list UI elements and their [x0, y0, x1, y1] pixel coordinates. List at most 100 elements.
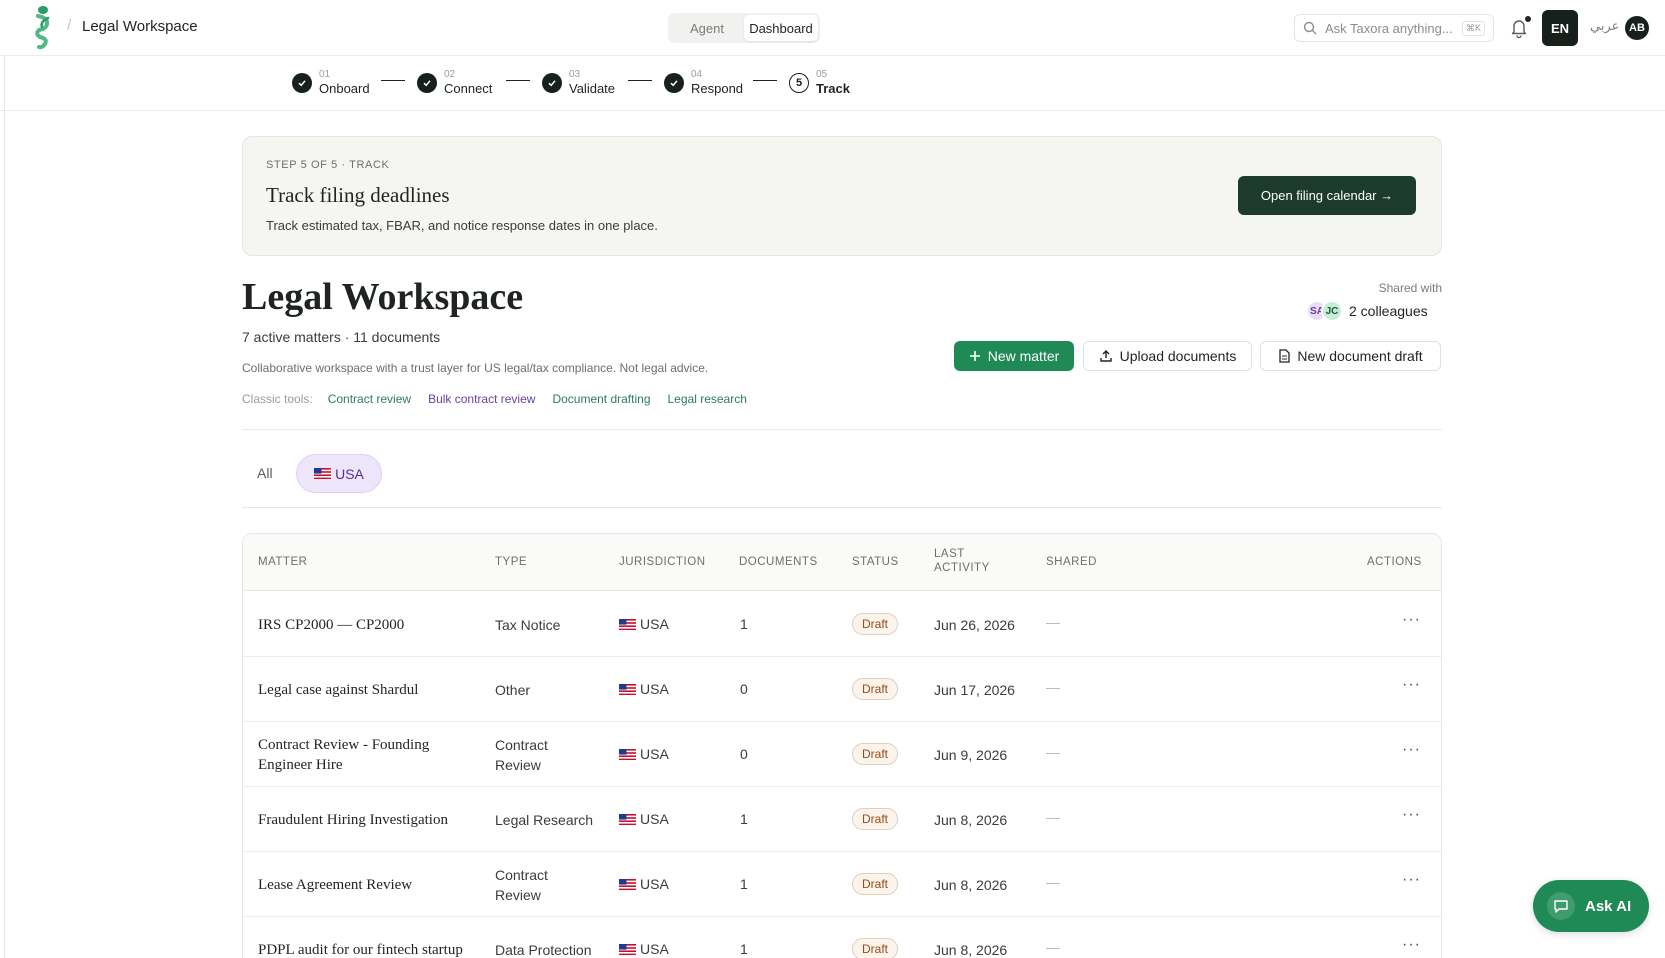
workspace-stats: 7 active matters · 11 documents	[242, 329, 441, 345]
document-count: 1	[740, 811, 748, 827]
shared-colleagues[interactable]: SA JC 2 colleagues	[1306, 300, 1428, 322]
matter-type: Other	[495, 682, 531, 698]
matter-type: Contract Review	[495, 867, 548, 903]
step-number: 01	[319, 69, 331, 80]
column-header-last-activity[interactable]: LAST ACTIVITY	[934, 547, 1004, 575]
column-header-matter[interactable]: MATTER	[258, 555, 307, 569]
column-header-actions: ACTIONS	[1367, 556, 1422, 568]
step-label: Track	[816, 81, 850, 96]
classic-tools: Classic tools: Contract review Bulk cont…	[242, 392, 747, 406]
matter-name[interactable]: PDPL audit for our fintech startup	[258, 929, 473, 958]
page-title: Legal Workspace	[242, 276, 524, 318]
more-actions-icon[interactable]: ···	[1402, 676, 1421, 694]
link-bulk-contract-review[interactable]: Bulk contract review	[428, 392, 535, 406]
table-row[interactable]: Fraudulent Hiring Investigation Legal Res…	[243, 787, 1441, 852]
new-document-draft-button[interactable]: New document draft	[1260, 341, 1441, 371]
language-ar-button[interactable]: عربي	[1590, 18, 1619, 34]
more-actions-icon[interactable]: ···	[1402, 806, 1421, 824]
workspace-description: Collaborative workspace with a trust lay…	[242, 361, 709, 375]
classic-tools-label: Classic tools:	[242, 392, 313, 406]
step-label: Respond	[691, 81, 744, 96]
top-header: / Legal Workspace Agent Dashboard Ask Ta…	[0, 0, 1665, 56]
us-flag-icon	[619, 619, 636, 630]
us-flag-icon	[619, 814, 636, 825]
plus-icon	[969, 351, 980, 361]
matter-jurisdiction: USA	[619, 809, 669, 829]
upload-documents-button[interactable]: Upload documents	[1083, 341, 1252, 371]
shared-with-label: Shared with	[1378, 281, 1442, 295]
new-matter-label: New matter	[987, 348, 1060, 364]
ask-ai-button[interactable]: Ask AI	[1533, 880, 1649, 932]
filter-all[interactable]: All	[257, 465, 273, 481]
more-actions-icon[interactable]: ···	[1402, 871, 1421, 889]
more-actions-icon[interactable]: ···	[1402, 611, 1421, 629]
matter-name[interactable]: IRS CP2000 — CP2000	[258, 604, 473, 646]
step-connector	[753, 80, 777, 81]
new-matter-button[interactable]: New matter	[954, 341, 1074, 371]
search-input[interactable]: Ask Taxora anything...	[1325, 21, 1462, 36]
column-header-type[interactable]: TYPE	[495, 555, 527, 569]
matter-name[interactable]: Legal case against Shardul	[258, 669, 473, 711]
column-header-jurisdiction[interactable]: JURISDICTION	[619, 555, 706, 569]
table-row[interactable]: Lease Agreement Review Contract Review USA…	[243, 852, 1441, 917]
step-connect[interactable]: 02 Connect	[417, 69, 492, 97]
matters-table: MATTER TYPE JURISDICTION DOCUMENTS STATU…	[242, 533, 1442, 958]
matter-name[interactable]: Lease Agreement Review	[258, 864, 473, 906]
column-header-shared: SHARED	[1046, 556, 1097, 568]
user-avatar[interactable]: AB	[1625, 16, 1649, 40]
tab-agent[interactable]: Agent	[670, 15, 744, 41]
check-icon	[417, 73, 437, 93]
step-circle-current: 5	[789, 73, 809, 93]
shared-empty: —	[1046, 809, 1060, 825]
document-count: 0	[740, 746, 748, 762]
step-respond[interactable]: 04 Respond	[664, 69, 743, 97]
step-banner: STEP 5 OF 5 · TRACK Track filing deadlin…	[242, 136, 1442, 256]
jurisdiction-label: USA	[640, 811, 669, 827]
chat-icon	[1547, 892, 1575, 920]
left-rail-divider	[4, 56, 5, 958]
us-flag-icon	[619, 944, 636, 955]
step-onboard[interactable]: 01 Onboard	[292, 69, 370, 97]
table-row[interactable]: Legal case against Shardul Other USA 0 Draft…	[243, 657, 1441, 722]
tab-dashboard[interactable]: Dashboard	[744, 15, 818, 41]
table-row[interactable]: PDPL audit for our fintech startup Data P…	[243, 917, 1441, 958]
column-header-status[interactable]: STATUS	[852, 555, 899, 569]
matter-type: Tax Notice	[495, 617, 561, 633]
us-flag-icon	[314, 468, 332, 479]
table-row[interactable]: IRS CP2000 — CP2000 Tax Notice USA 1 Draft Ju…	[243, 592, 1441, 657]
check-icon	[664, 73, 684, 93]
more-actions-icon[interactable]: ···	[1402, 741, 1421, 759]
link-contract-review[interactable]: Contract review	[328, 392, 411, 406]
matter-name[interactable]: Fraudulent Hiring Investigation	[258, 799, 473, 841]
filter-usa-label: USA	[335, 465, 364, 482]
filter-usa[interactable]: USA	[296, 454, 382, 493]
matter-name[interactable]: Contract Review - Founding Engineer Hire	[258, 734, 473, 776]
step-validate[interactable]: 03 Validate	[542, 69, 615, 97]
us-flag-icon	[619, 749, 636, 760]
open-filing-calendar-button[interactable]: Open filing calendar →	[1238, 176, 1416, 215]
step-track[interactable]: 5 05 Track	[789, 69, 850, 97]
notification-dot	[1525, 16, 1531, 22]
document-count: 0	[740, 681, 748, 697]
document-count: 1	[740, 876, 748, 892]
breadcrumb[interactable]: Legal Workspace	[82, 18, 198, 35]
logo-icon[interactable]	[30, 4, 56, 50]
status-badge: Draft	[852, 678, 899, 700]
more-actions-icon[interactable]: ···	[1402, 936, 1421, 954]
link-legal-research[interactable]: Legal research	[668, 392, 747, 406]
table-row[interactable]: Contract Review - Founding Engineer Hire…	[243, 722, 1441, 787]
matter-type: Legal Research	[495, 812, 594, 828]
last-activity: Jun 26, 2026	[934, 617, 1015, 633]
column-header-documents[interactable]: DOCUMENTS	[739, 555, 818, 569]
banner-title: Track filing deadlines	[266, 183, 450, 207]
link-document-drafting[interactable]: Document drafting	[552, 392, 650, 406]
search-bar[interactable]: Ask Taxora anything... ⌘K	[1294, 14, 1494, 42]
us-flag-icon	[619, 879, 636, 890]
shared-count: 2 colleagues	[1349, 303, 1428, 319]
matter-jurisdiction: USA	[619, 874, 669, 894]
last-activity: Jun 8, 2026	[934, 877, 1008, 893]
language-en-button[interactable]: EN	[1542, 10, 1578, 46]
step-connector	[381, 80, 405, 81]
matter-jurisdiction: USA	[619, 614, 669, 634]
table-header: MATTER TYPE JURISDICTION DOCUMENTS STATU…	[243, 534, 1441, 591]
